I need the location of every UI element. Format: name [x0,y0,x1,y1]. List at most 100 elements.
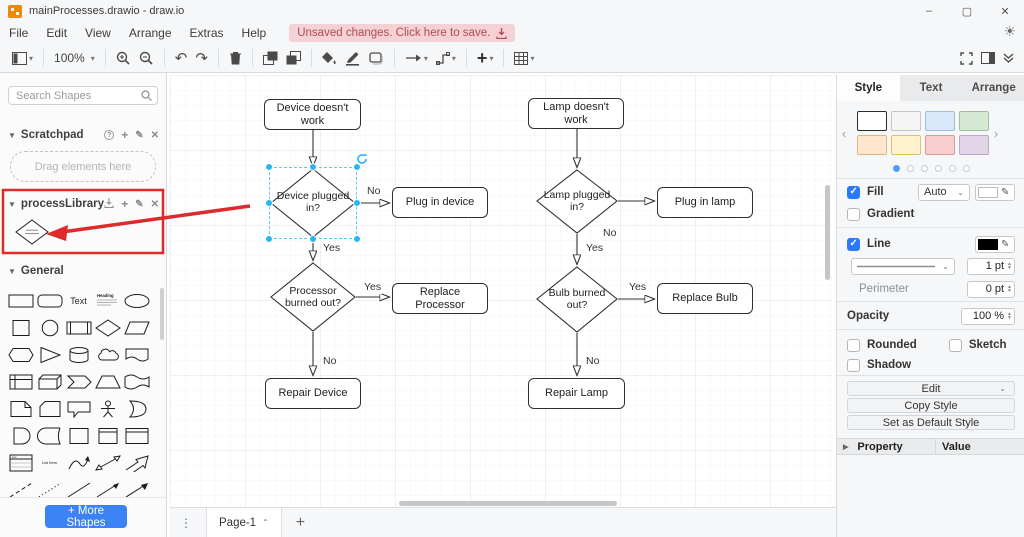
set-default-style-button[interactable]: Set as Default Style [847,415,1015,430]
page-tab-page-1[interactable]: Page-1 ⌃ [206,508,282,537]
node-replace-bulb[interactable]: Replace Bulb [657,283,753,314]
insert-button[interactable]: + ▾ [473,46,498,70]
shape-callout[interactable] [64,396,93,422]
stepper-icons[interactable]: ▲▼ [1007,312,1012,321]
tab-arrange[interactable]: Arrange [962,75,1024,101]
perimeter-spinner[interactable]: 0 pt ▲▼ [967,281,1015,298]
shape-or[interactable] [122,396,151,422]
shape-bidirectional-arrow[interactable] [93,450,122,476]
shape-step[interactable] [64,369,93,395]
close-button[interactable]: ✕ [986,0,1024,22]
shape-directional-arrow[interactable] [93,477,122,503]
carousel-next-icon[interactable]: › [989,126,1003,141]
shape-vertical-container[interactable] [93,423,122,449]
shape-parallelogram[interactable] [122,315,151,341]
node-lamp-decision2-label[interactable]: Bulb burned out? [540,287,614,311]
to-front-button[interactable] [259,46,282,70]
fill-color-picker[interactable]: ✎ [975,184,1015,201]
line-color-button[interactable] [341,46,365,70]
shape-dotted-line[interactable] [35,477,64,503]
selection-handle-e[interactable] [353,199,361,207]
shape-trapezoid[interactable] [93,369,122,395]
tab-text[interactable]: Text [900,75,963,101]
carousel-dot[interactable] [963,165,970,172]
scratchpad-edit-icon[interactable]: ✎ [135,130,143,141]
carousel-dot[interactable] [921,165,928,172]
shape-circle[interactable] [35,315,64,341]
style-swatch-5[interactable] [857,135,887,155]
shape-heading[interactable]: Heading [93,288,122,314]
style-swatch-1[interactable] [857,111,887,131]
connection-style-button[interactable]: ▾ [432,46,460,70]
zoom-out-button[interactable] [135,46,158,70]
style-swatch-4[interactable] [959,111,989,131]
general-section-header[interactable]: ▼ General [0,263,167,279]
canvas-horizontal-scrollbar[interactable] [399,501,617,506]
maximize-button[interactable]: ▢ [948,0,986,22]
stepper-icons[interactable]: ▲▼ [1007,285,1012,294]
shape-rectangle[interactable] [6,288,35,314]
shape-document[interactable] [122,342,151,368]
opacity-spinner[interactable]: 100 % ▲▼ [961,308,1015,325]
selection-handle-nw[interactable] [265,163,273,171]
gradient-checkbox[interactable] [847,208,860,221]
fullscreen-button[interactable] [956,46,977,70]
style-swatch-7[interactable] [925,135,955,155]
shape-internal-storage[interactable] [6,369,35,395]
node-plug-in-device[interactable]: Plug in device [392,187,488,218]
carousel-dot[interactable] [935,165,942,172]
line-style-select[interactable]: ⌄ [851,258,955,275]
shape-curve[interactable] [64,450,93,476]
shadow-button[interactable] [365,46,388,70]
rounded-checkbox[interactable] [847,339,860,352]
edit-style-button[interactable]: Edit ⌄ [847,381,1015,396]
library-close-icon[interactable]: ✕ [151,199,159,210]
table-button[interactable]: ▾ [510,46,538,70]
node-device-start[interactable]: Device doesn't work [264,99,361,130]
delete-button[interactable] [225,46,246,70]
shape-hexagon[interactable] [6,342,35,368]
tab-style[interactable]: Style [837,75,900,101]
shape-list[interactable]: List [6,450,35,476]
shape-cloud[interactable] [93,342,122,368]
shape-arrow[interactable] [122,450,151,476]
shape-container[interactable] [64,423,93,449]
stepper-icons[interactable]: ▲▼ [1007,262,1012,271]
property-column-header[interactable]: ▶ Property [837,439,936,454]
shape-line[interactable] [64,477,93,503]
selection-handle-n[interactable] [309,163,317,171]
sidebar-scrollbar[interactable] [160,288,164,340]
waypoint-arrow-button[interactable]: ▾ [401,46,432,70]
shape-search-box[interactable] [8,86,158,105]
shape-actor[interactable] [93,396,122,422]
shape-ellipse[interactable] [122,288,151,314]
search-input[interactable] [14,89,141,103]
selection-handle-s[interactable] [309,235,317,243]
shape-process[interactable] [64,315,93,341]
scratchpad-section-header[interactable]: ▼ Scratchpad ? + ✎ ✕ [0,127,167,143]
more-shapes-button[interactable]: + More Shapes [45,505,127,528]
unsaved-changes-badge[interactable]: Unsaved changes. Click here to save. [289,24,515,42]
shape-diagonal-arrow[interactable] [122,477,151,503]
menu-edit[interactable]: Edit [37,24,76,42]
carousel-dot[interactable] [893,165,900,172]
menu-extras[interactable]: Extras [181,24,233,42]
copy-style-button[interactable]: Copy Style [847,398,1015,413]
node-replace-processor[interactable]: Replace Processor [392,283,488,314]
shape-diamond[interactable] [93,315,122,341]
shape-card[interactable] [35,396,64,422]
node-repair-lamp[interactable]: Repair Lamp [528,378,625,409]
shape-text[interactable]: Text [64,288,93,314]
carousel-prev-icon[interactable]: ‹ [837,126,851,141]
fill-mode-select[interactable]: Auto ⌄ [918,184,970,201]
pages-menu-icon[interactable]: ⋮ [180,516,192,530]
shape-and[interactable] [6,423,35,449]
view-panels-button[interactable]: ▾ [8,46,37,70]
shape-rounded-rectangle[interactable] [35,288,64,314]
scratchpad-dropzone[interactable]: Drag elements here [10,151,156,182]
selection-handle-se[interactable] [353,235,361,243]
node-device-decision2-label[interactable]: Processor burned out? [276,285,350,309]
node-lamp-decision1-label[interactable]: Lamp plugged in? [540,189,614,213]
library-edit-icon[interactable]: ✎ [135,199,143,210]
canvas-vertical-scrollbar[interactable] [825,185,830,280]
